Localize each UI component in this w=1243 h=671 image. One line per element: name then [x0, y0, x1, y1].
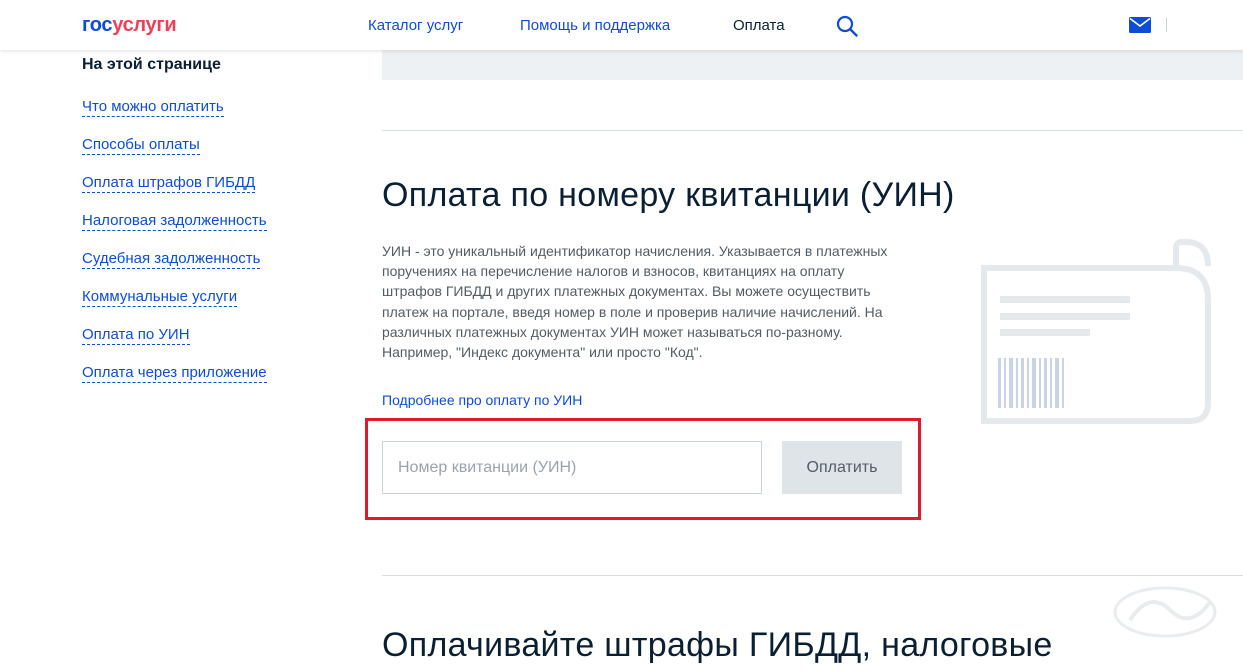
uin-section-title: Оплата по номеру квитанции (УИН) [382, 176, 955, 214]
sidebar-item-utilities[interactable]: Коммунальные услуги [82, 288, 238, 307]
gosuslugi-logo[interactable]: госуслуги [82, 14, 177, 37]
section-divider-bottom [382, 575, 1243, 576]
uin-more-link[interactable]: Подробнее про оплату по УИН [382, 392, 582, 408]
section-divider-top [382, 130, 1243, 131]
sidebar-title: На этой странице [82, 56, 221, 73]
header-divider [1166, 18, 1167, 32]
nav-help[interactable]: Помощь и поддержка [520, 17, 670, 34]
receipt-illustration [981, 239, 1211, 424]
logo-part-gos: гос [82, 14, 113, 36]
uin-description: УИН - это уникальный идентификатор начис… [382, 243, 888, 361]
sidebar-item-app-payment[interactable]: Оплата через приложение [82, 364, 267, 383]
sidebar-item-court-debt[interactable]: Судебная задолженность [82, 250, 261, 269]
top-header: госуслуги Каталог услуг Помощь и поддерж… [0, 0, 1243, 50]
fines-section-title: Оплачивайте штрафы ГИБДД, налоговые [382, 626, 1053, 664]
nav-catalog[interactable]: Каталог услуг [368, 17, 463, 34]
sidebar-item-tax-debt[interactable]: Налоговая задолженность [82, 212, 267, 231]
sidebar-item-traffic-fines[interactable]: Оплата штрафов ГИБДД [82, 174, 256, 193]
watermark-logo [1113, 586, 1217, 638]
logo-part-uslugi: услуги [112, 14, 177, 36]
uin-input[interactable] [382, 441, 762, 494]
nav-payment[interactable]: Оплата [733, 17, 785, 34]
pay-button[interactable]: Оплатить [782, 441, 902, 494]
sidebar-item-payment-methods[interactable]: Способы оплаты [82, 136, 200, 155]
search-icon[interactable] [836, 15, 858, 37]
sidebar-item-what-to-pay[interactable]: Что можно оплатить [82, 98, 224, 117]
mail-icon[interactable] [1129, 17, 1151, 33]
sidebar-item-uin-payment[interactable]: Оплата по УИН [82, 326, 190, 345]
previous-section-block [382, 50, 1243, 80]
